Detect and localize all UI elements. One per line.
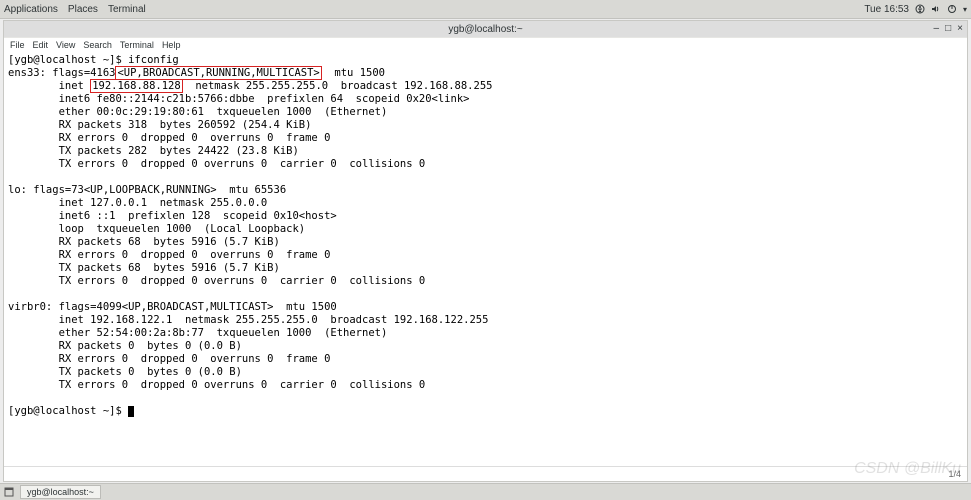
accessibility-icon[interactable]: [915, 4, 925, 14]
output-line: RX errors 0 dropped 0 overruns 0 frame 0: [8, 249, 330, 261]
prompt: [ygb@localhost ~]$: [8, 405, 128, 417]
terminal-window: ygb@localhost:~ – □ × File Edit View Sea…: [3, 20, 968, 482]
output-line: ens33: flags=4163: [8, 67, 115, 79]
output-line: inet: [8, 80, 90, 92]
output-line: netmask 255.255.255.0 broadcast 192.168.…: [183, 80, 493, 92]
menu-search[interactable]: Search: [83, 40, 112, 50]
ens33-ip-highlight: 192.168.88.128: [90, 79, 183, 93]
output-line: virbr0: flags=4099<UP,BROADCAST,MULTICAS…: [8, 301, 337, 313]
menu-file[interactable]: File: [10, 40, 25, 50]
output-line: RX errors 0 dropped 0 overruns 0 frame 0: [8, 132, 330, 144]
menu-applications[interactable]: Applications: [4, 4, 58, 15]
prompt: [ygb@localhost ~]$: [8, 54, 128, 66]
output-line: inet 192.168.122.1 netmask 255.255.255.0…: [8, 314, 488, 326]
output-line: inet6 fe80::2144:c21b:5766:dbbe prefixle…: [8, 93, 469, 105]
output-line: ether 00:0c:29:19:80:61 txqueuelen 1000 …: [8, 106, 387, 118]
output-line: inet 127.0.0.1 netmask 255.0.0.0: [8, 197, 267, 209]
output-line: RX packets 68 bytes 5916 (5.7 KiB): [8, 236, 280, 248]
status-pos: 1/4: [948, 469, 961, 479]
output-line: TX errors 0 dropped 0 overruns 0 carrier…: [8, 275, 425, 287]
ens33-flags-highlight: <UP,BROADCAST,RUNNING,MULTICAST>: [115, 66, 321, 80]
command-text: ifconfig: [128, 54, 179, 66]
output-line: TX packets 282 bytes 24422 (23.8 KiB): [8, 145, 299, 157]
window-close-button[interactable]: ×: [957, 23, 963, 34]
output-line: TX errors 0 dropped 0 overruns 0 carrier…: [8, 158, 425, 170]
terminal-cursor: [128, 406, 134, 417]
output-line: mtu 1500: [322, 67, 385, 79]
output-line: TX errors 0 dropped 0 overruns 0 carrier…: [8, 379, 425, 391]
output-line: loop txqueuelen 1000 (Local Loopback): [8, 223, 305, 235]
menu-edit[interactable]: Edit: [33, 40, 49, 50]
output-line: ether 52:54:00:2a:8b:77 txqueuelen 1000 …: [8, 327, 387, 339]
clock[interactable]: Tue 16:53: [864, 4, 909, 15]
output-line: TX packets 0 bytes 0 (0.0 B): [8, 366, 242, 378]
output-line: RX packets 0 bytes 0 (0.0 B): [8, 340, 242, 352]
terminal-statusbar: 1/4: [4, 466, 967, 481]
output-line: RX packets 318 bytes 260592 (254.4 KiB): [8, 119, 311, 131]
output-line: RX errors 0 dropped 0 overruns 0 frame 0: [8, 353, 330, 365]
output-line: lo: flags=73<UP,LOOPBACK,RUNNING> mtu 65…: [8, 184, 286, 196]
window-title: ygb@localhost:~: [448, 24, 522, 35]
chevron-down-icon[interactable]: ▾: [963, 5, 967, 14]
show-desktop-icon[interactable]: [4, 487, 14, 497]
volume-icon[interactable]: [931, 4, 941, 14]
menu-help[interactable]: Help: [162, 40, 181, 50]
window-titlebar[interactable]: ygb@localhost:~ – □ ×: [4, 21, 967, 37]
output-line: inet6 ::1 prefixlen 128 scopeid 0x10<hos…: [8, 210, 337, 222]
taskbar-item-terminal[interactable]: ygb@localhost:~: [20, 485, 101, 499]
menu-terminal-app[interactable]: Terminal: [120, 40, 154, 50]
output-line: TX packets 68 bytes 5916 (5.7 KiB): [8, 262, 280, 274]
menu-view[interactable]: View: [56, 40, 75, 50]
gnome-taskbar: ygb@localhost:~: [0, 483, 971, 500]
power-icon[interactable]: [947, 4, 957, 14]
window-maximize-button[interactable]: □: [945, 23, 951, 34]
terminal-menubar: File Edit View Search Terminal Help: [4, 37, 967, 52]
window-minimize-button[interactable]: –: [934, 23, 940, 34]
menu-places[interactable]: Places: [68, 4, 98, 15]
gnome-top-bar: Applications Places Terminal Tue 16:53 ▾: [0, 0, 971, 19]
menu-terminal[interactable]: Terminal: [108, 4, 146, 15]
terminal-output[interactable]: [ygb@localhost ~]$ ifconfig ens33: flags…: [4, 52, 967, 466]
